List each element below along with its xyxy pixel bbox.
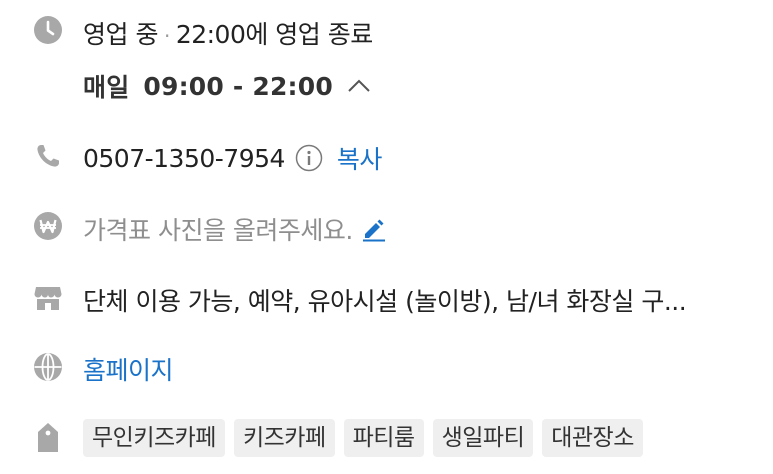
- schedule-day: 매일: [83, 73, 130, 102]
- keyword-tag[interactable]: 키즈카페: [233, 419, 335, 457]
- keyword-tag[interactable]: 생일파티: [432, 419, 534, 457]
- pencil-icon: [361, 216, 387, 242]
- keyword-tags: 무인키즈카페 키즈카페 파티룸 생일파티 대관장소: [83, 419, 643, 457]
- chevron-up-icon: [347, 78, 371, 94]
- keyword-tag[interactable]: 파티룸: [343, 419, 424, 457]
- clock-icon: [32, 14, 64, 46]
- closing-time: 22:00에 영업 종료: [175, 20, 373, 49]
- globe-icon: [32, 351, 64, 383]
- info-icon[interactable]: [295, 144, 323, 172]
- homepage-link[interactable]: 홈페이지: [83, 351, 174, 387]
- keyword-tag[interactable]: 무인키즈카페: [83, 419, 225, 457]
- phone-icon: [32, 140, 64, 172]
- facilities-text[interactable]: 단체 이용 가능, 예약, 유아시설 (놀이방), 남/녀 화장실 구...: [83, 282, 687, 318]
- phone-row: 0507-1350-7954 복사: [83, 140, 382, 176]
- won-icon: [32, 210, 64, 242]
- schedule-time: 09:00 - 22:00: [143, 71, 333, 101]
- business-hours-status: 영업 중 · 22:00에 영업 종료: [83, 15, 373, 51]
- separator-dot: ·: [163, 24, 170, 48]
- copy-button[interactable]: 복사: [337, 140, 383, 176]
- store-icon: [32, 282, 64, 314]
- phone-number[interactable]: 0507-1350-7954: [83, 144, 285, 173]
- open-status: 영업 중: [83, 20, 158, 49]
- price-upload-prompt: 가격표 사진을 올려주세요.: [83, 216, 353, 245]
- keyword-tag[interactable]: 대관장소: [542, 419, 643, 457]
- price-row[interactable]: 가격표 사진을 올려주세요.: [83, 211, 387, 247]
- schedule-toggle[interactable]: 매일 09:00 - 22:00: [83, 68, 371, 104]
- tag-icon: [32, 422, 64, 454]
